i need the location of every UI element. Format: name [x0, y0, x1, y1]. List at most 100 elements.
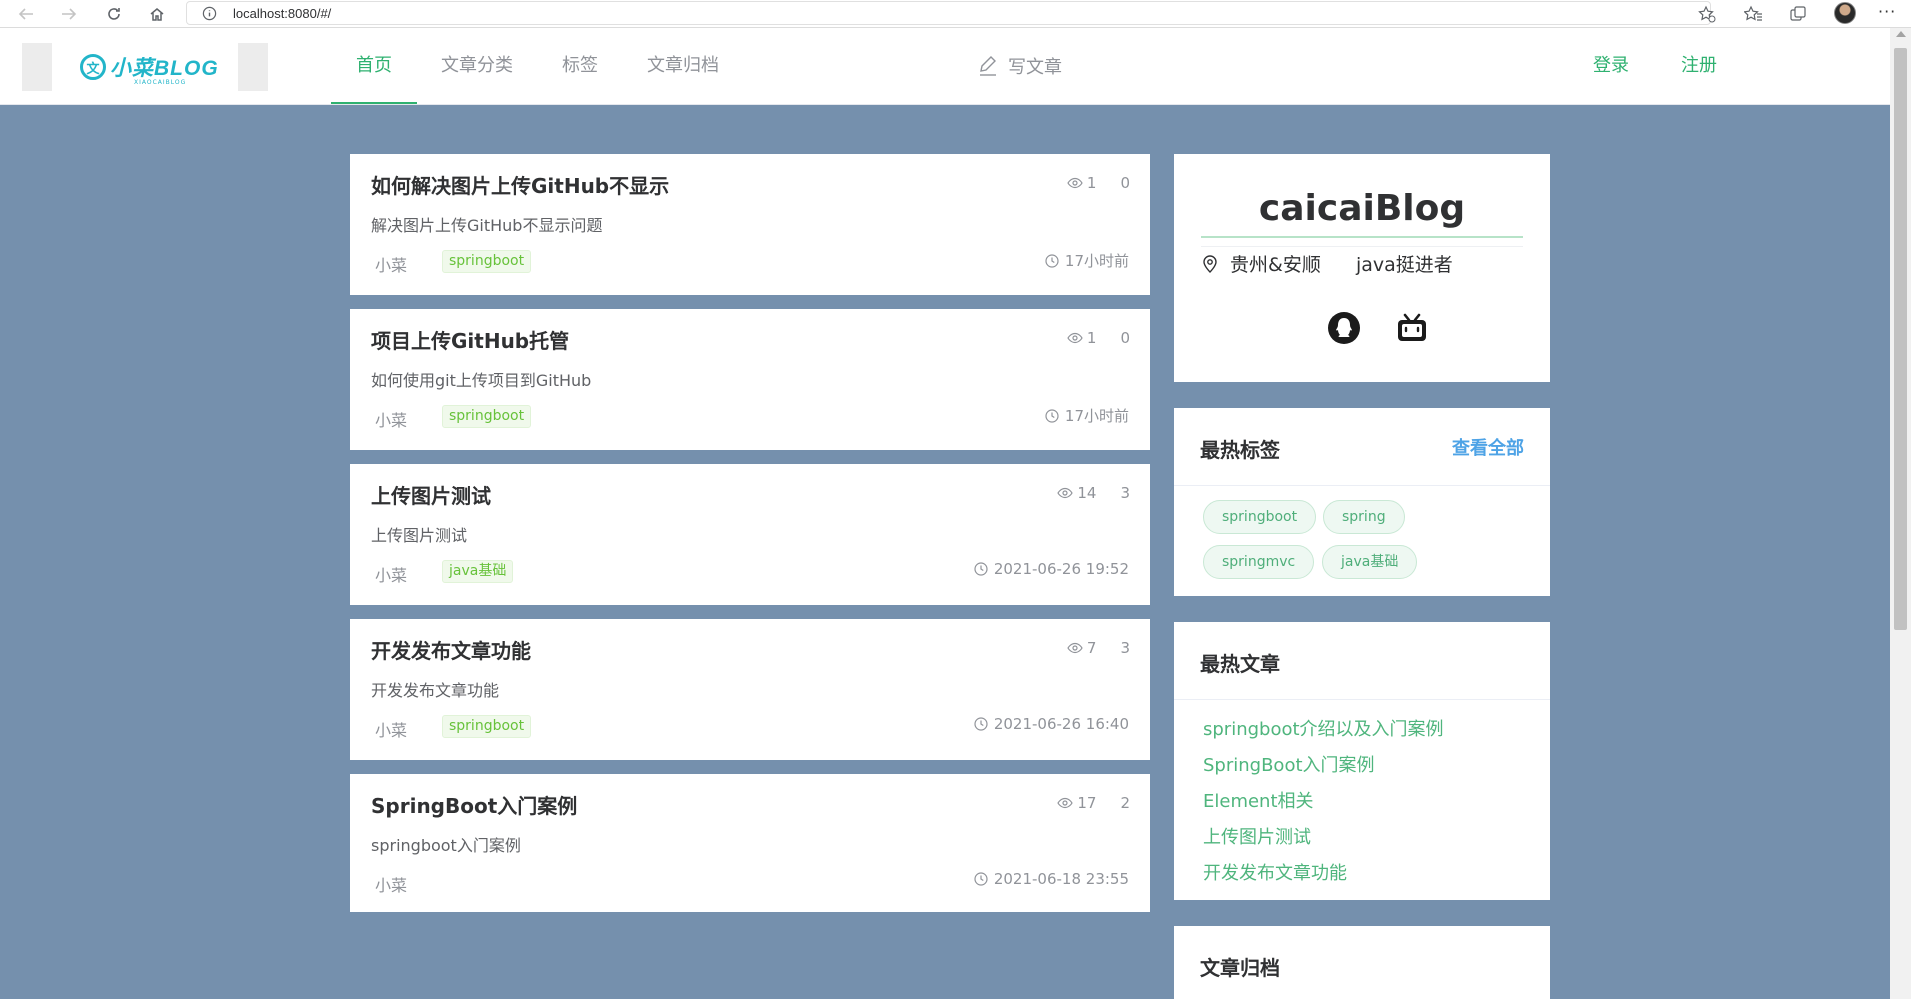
collections-icon[interactable]: [1787, 4, 1809, 24]
comment-count: 0: [1120, 174, 1130, 192]
location-pin-icon: [1202, 254, 1218, 273]
article-summary: springboot入门案例: [371, 836, 521, 855]
article-card[interactable]: 项目上传GitHub托管 1 0 如何使用git上传项目到GitHub 小菜 s…: [350, 309, 1150, 450]
article-stats: 7 3: [1067, 639, 1130, 657]
divider: [1201, 246, 1523, 247]
favorites-icon[interactable]: [1742, 4, 1764, 24]
article-summary: 上传图片测试: [371, 526, 468, 545]
logo-mark-icon: 文: [80, 54, 106, 80]
article-title[interactable]: 开发发布文章功能: [371, 635, 531, 664]
qq-icon[interactable]: [1326, 310, 1362, 346]
site-header: 文 小菜BLOG XIAOCAIBLOG 首页 文章分类 标签 文章归档 写文章…: [0, 28, 1890, 105]
article-title[interactable]: 上传图片测试: [371, 480, 491, 509]
clock-icon: [1045, 408, 1059, 423]
address-bar[interactable]: localhost:8080/#/: [186, 1, 1711, 25]
article-time: 17小时前: [1045, 405, 1129, 426]
nav-home[interactable]: 首页: [331, 28, 417, 104]
nav-categories[interactable]: 文章分类: [431, 28, 523, 104]
clock-icon: [974, 872, 988, 886]
article-author: 小菜: [375, 721, 408, 740]
nav-tags[interactable]: 标签: [545, 28, 615, 104]
logo-subtext: XIAOCAIBLOG: [134, 79, 187, 86]
hot-article-link[interactable]: 开发发布文章功能: [1203, 859, 1347, 885]
eye-icon: [1057, 797, 1074, 809]
clock-icon: [974, 562, 988, 576]
more-icon[interactable]: ···: [1878, 2, 1896, 21]
article-stats: 17 2: [1057, 794, 1130, 812]
pencil-icon: [978, 55, 998, 77]
scroll-up-arrow[interactable]: [1896, 31, 1906, 37]
view-count: 14: [1077, 484, 1097, 502]
eye-icon: [1067, 642, 1083, 654]
article-time-text: 17小时前: [1064, 252, 1129, 270]
browser-toolbar: localhost:8080/#/ ···: [0, 0, 1911, 28]
article-card[interactable]: SpringBoot入门案例 17 2 springboot入门案例 小菜 20…: [350, 774, 1150, 912]
login-link[interactable]: 登录: [1593, 28, 1629, 104]
nav-archive[interactable]: 文章归档: [637, 28, 729, 104]
comment-count: 3: [1120, 484, 1130, 502]
divider: [1174, 485, 1550, 486]
favorite-add-icon[interactable]: [1696, 4, 1718, 24]
tag-pill[interactable]: springboot: [1203, 500, 1317, 534]
article-summary: 解决图片上传GitHub不显示问题: [371, 216, 603, 235]
profile-card: caicaiBlog 贵州&安顺 java挺进者: [1174, 154, 1550, 382]
article-card[interactable]: 开发发布文章功能 7 3 开发发布文章功能 小菜 springboot 2021…: [350, 619, 1150, 760]
reload-icon[interactable]: [103, 4, 125, 24]
article-title[interactable]: SpringBoot入门案例: [371, 790, 577, 819]
divider: [1201, 236, 1523, 238]
info-icon[interactable]: [201, 5, 217, 21]
article-card[interactable]: 如何解决图片上传GitHub不显示 1 0 解决图片上传GitHub不显示问题 …: [350, 154, 1150, 295]
article-time-text: 2021-06-26 16:40: [993, 715, 1129, 733]
write-article-button[interactable]: 写文章: [978, 28, 1062, 104]
article-title[interactable]: 项目上传GitHub托管: [371, 325, 569, 354]
article-time: 2021-06-26 19:52: [974, 560, 1129, 578]
article-time-text: 2021-06-18 23:55: [993, 870, 1129, 888]
hot-tags-title: 最热标签: [1200, 438, 1280, 462]
article-tag[interactable]: springboot: [442, 405, 532, 428]
register-link[interactable]: 注册: [1681, 28, 1717, 104]
comment-count: 2: [1120, 794, 1130, 812]
eye-icon: [1067, 332, 1083, 344]
article-author: 小菜: [375, 876, 408, 895]
article-time: 2021-06-26 16:40: [974, 715, 1129, 733]
article-title[interactable]: 如何解决图片上传GitHub不显示: [371, 170, 669, 199]
article-time-text: 2021-06-26 19:52: [993, 560, 1129, 578]
site-logo[interactable]: 文 小菜BLOG XIAOCAIBLOG: [22, 43, 268, 91]
hot-article-link[interactable]: 上传图片测试: [1203, 823, 1311, 849]
tag-pill[interactable]: springmvc: [1203, 545, 1315, 579]
blog-name: caicaiBlog: [1258, 188, 1466, 229]
eye-icon: [1067, 177, 1083, 189]
bilibili-icon[interactable]: [1394, 310, 1430, 346]
hot-article-link[interactable]: springboot介绍以及入门案例: [1203, 715, 1444, 741]
view-count: 1: [1086, 329, 1097, 347]
write-article-label: 写文章: [1008, 57, 1062, 78]
tag-pill[interactable]: java基础: [1322, 545, 1418, 579]
article-summary: 如何使用git上传项目到GitHub: [371, 371, 592, 390]
article-time: 2021-06-18 23:55: [974, 870, 1129, 888]
archive-card: 文章归档: [1174, 926, 1550, 999]
see-all-link[interactable]: 查看全部: [1452, 434, 1524, 460]
location-text: 贵州&安顺: [1230, 254, 1321, 276]
tag-pill[interactable]: spring: [1323, 500, 1405, 534]
clock-icon: [1045, 253, 1059, 268]
article-tag[interactable]: java基础: [442, 560, 514, 583]
forward-icon[interactable]: [58, 4, 80, 24]
article-author: 小菜: [375, 411, 408, 430]
article-stats: 1 0: [1067, 329, 1130, 347]
article-tag[interactable]: springboot: [442, 250, 532, 273]
article-tag[interactable]: springboot: [442, 715, 532, 738]
scrollbar-thumb[interactable]: [1894, 48, 1907, 630]
profile-avatar[interactable]: [1834, 2, 1856, 24]
url-text[interactable]: localhost:8080/#/: [233, 6, 331, 21]
article-card[interactable]: 上传图片测试 14 3 上传图片测试 小菜 java基础 2021-06-26 …: [350, 464, 1150, 605]
article-time-text: 17小时前: [1064, 407, 1129, 425]
article-summary: 开发发布文章功能: [371, 681, 500, 700]
back-icon[interactable]: [15, 4, 37, 24]
hot-articles-title: 最热文章: [1200, 652, 1280, 676]
view-count: 17: [1077, 794, 1097, 812]
hot-article-link[interactable]: Element相关: [1203, 787, 1314, 813]
hot-articles-card: 最热文章 springboot介绍以及入门案例 SpringBoot入门案例 E…: [1174, 622, 1550, 900]
profile-location: 贵州&安顺: [1202, 250, 1321, 277]
home-icon[interactable]: [146, 4, 168, 24]
hot-article-link[interactable]: SpringBoot入门案例: [1203, 751, 1375, 777]
